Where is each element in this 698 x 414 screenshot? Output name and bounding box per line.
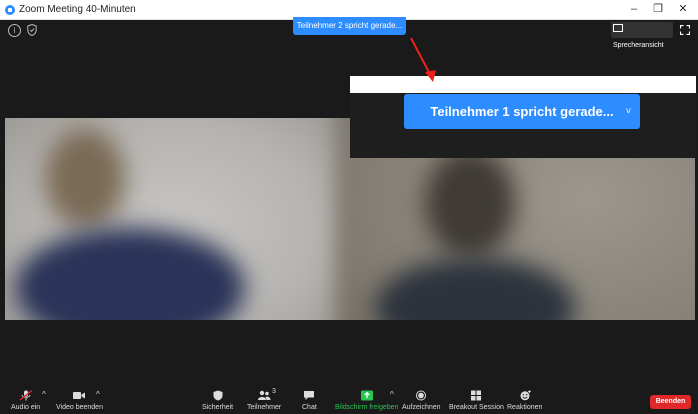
breakout-session-button[interactable]: Breakout Session — [449, 390, 504, 411]
audio-options-chevron[interactable]: ^ — [42, 390, 46, 399]
breakout-grid-icon — [471, 390, 482, 401]
grid-icon — [613, 24, 623, 32]
person-head — [45, 128, 125, 228]
participants-icon — [258, 390, 271, 400]
speaking-indicator: Teilnehmer 2 spricht gerade... — [293, 17, 406, 35]
end-meeting-button[interactable]: Beenden — [650, 395, 691, 409]
record-button[interactable]: Aufzeichnen — [402, 390, 441, 411]
chevron-down-icon: ˅ — [625, 106, 631, 116]
participants-count: 3 — [272, 388, 276, 395]
participants-button[interactable]: Teilnehmer — [247, 390, 281, 411]
reactions-button[interactable]: Reaktionen — [507, 390, 542, 411]
video-options-chevron[interactable]: ^ — [96, 390, 100, 399]
person-head — [425, 148, 515, 258]
chat-button[interactable]: Chat — [302, 390, 317, 411]
security-label: Sicherheit — [202, 404, 234, 411]
encryption-shield-icon[interactable] — [27, 24, 37, 36]
reactions-label: Reaktionen — [507, 404, 543, 411]
speaking-text: Teilnehmer 1 spricht gerade... — [430, 104, 614, 119]
minimize-button[interactable]: – — [627, 3, 641, 16]
video-camera-icon — [73, 392, 86, 399]
emoji-icon — [520, 390, 531, 401]
info-icon[interactable]: i — [8, 24, 21, 37]
security-button[interactable]: Sicherheit — [202, 390, 233, 411]
meeting-stage: i Teilnehmer 2 spricht gerade... Spreche… — [0, 17, 698, 414]
participants-label: Teilnehmer — [247, 404, 282, 411]
zoomed-notice-overlay: Teilnehmer 1 spricht gerade... ˅ — [350, 76, 696, 158]
shield-icon — [213, 390, 223, 401]
audio-label: Audio ein — [11, 404, 41, 411]
chat-bubble-icon — [304, 391, 315, 400]
audio-button[interactable]: Audio ein — [11, 390, 40, 411]
microphone-muted-icon — [19, 390, 33, 401]
share-screen-button[interactable]: Bildschirm freigeben — [335, 390, 398, 411]
meeting-toolbar: Audio ein ^ Video beenden ^ Sicherheit T… — [0, 384, 698, 414]
speaking-indicator-large: Teilnehmer 1 spricht gerade... ˅ — [404, 94, 640, 129]
share-options-chevron[interactable]: ^ — [390, 390, 394, 399]
record-icon — [416, 390, 427, 401]
breakout-session-label: Breakout Session — [449, 404, 504, 411]
window-title: Zoom Meeting 40-Minuten — [19, 4, 136, 15]
close-button[interactable]: ✕ — [676, 3, 690, 16]
fullscreen-icon[interactable] — [680, 25, 690, 35]
restore-button[interactable]: ❐ — [651, 3, 665, 16]
share-screen-icon — [360, 390, 373, 401]
video-label: Video beenden — [56, 404, 103, 411]
chat-label: Chat — [302, 404, 317, 411]
speaker-view-label: Sprecheransicht — [613, 42, 664, 49]
speaker-view-button[interactable]: Sprecheransicht — [611, 22, 673, 49]
share-screen-label: Bildschirm freigeben — [335, 404, 399, 411]
red-arrow-annotation — [410, 37, 436, 82]
overlay-header — [350, 76, 696, 93]
zoom-logo-icon — [5, 5, 15, 15]
record-label: Aufzeichnen — [402, 404, 441, 411]
